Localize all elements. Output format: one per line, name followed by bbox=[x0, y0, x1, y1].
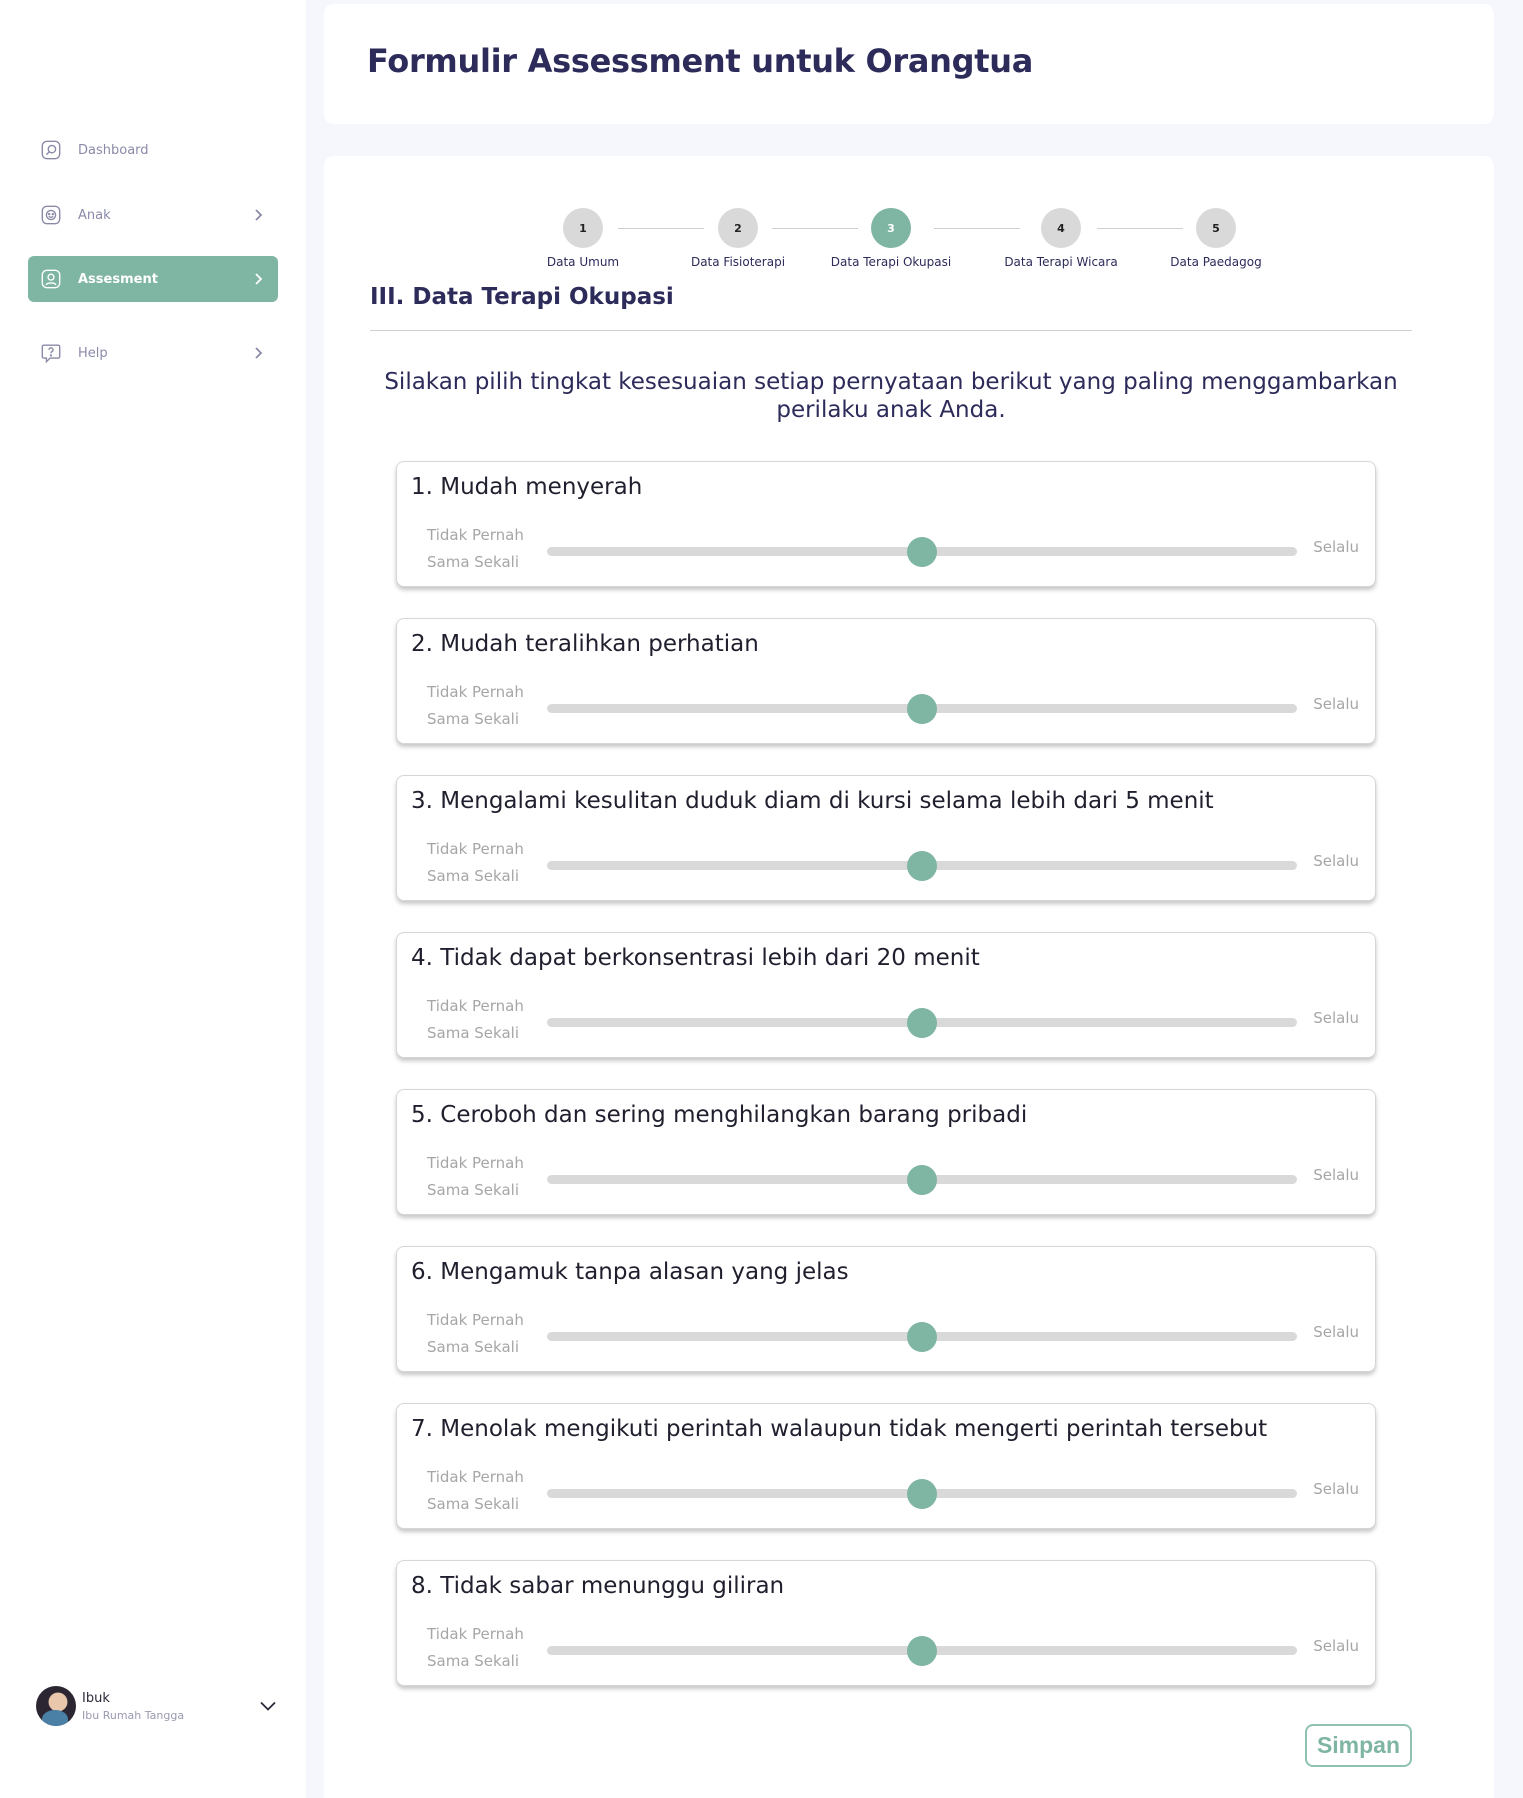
slider-thumb[interactable] bbox=[907, 537, 937, 567]
scale-max-label: Selalu bbox=[1313, 538, 1359, 556]
step-number: 4 bbox=[1041, 208, 1081, 248]
sidebar-item-label: Help bbox=[78, 345, 108, 361]
profile-role: Ibu Rumah Tangga bbox=[82, 1708, 185, 1722]
step-label: Data Umum bbox=[546, 255, 620, 269]
chevron-right-icon bbox=[252, 346, 266, 360]
save-button[interactable]: Simpan bbox=[1305, 1724, 1412, 1767]
rating-slider[interactable] bbox=[547, 694, 1297, 724]
rating-slider[interactable] bbox=[547, 1322, 1297, 1352]
assessment-icon bbox=[40, 268, 62, 290]
sidebar-item-label: Assesment bbox=[78, 271, 158, 287]
profile-name: Ibuk bbox=[82, 1690, 110, 1706]
rating-slider[interactable] bbox=[547, 851, 1297, 881]
scale-min-label: Tidak Pernah Sama Sekali bbox=[427, 1625, 524, 1670]
question-text: 7. Menolak mengikuti perintah walaupun t… bbox=[411, 1416, 1268, 1442]
step-label: Data Fisioterapi bbox=[690, 255, 786, 269]
scale-max-label: Selalu bbox=[1313, 852, 1359, 870]
question-card: 6. Mengamuk tanpa alasan yang jelas Tidak… bbox=[396, 1246, 1376, 1372]
rating-slider[interactable] bbox=[547, 537, 1297, 567]
step-label: Data Paedagog bbox=[1170, 255, 1262, 269]
question-card: 2. Mudah teralihkan perhatian Tidak Perna… bbox=[396, 618, 1376, 744]
question-card: 5. Ceroboh dan sering menghilangkan bara… bbox=[396, 1089, 1376, 1215]
header-card: Formulir Assessment untuk Orangtua bbox=[324, 4, 1494, 124]
scale-min-label: Tidak Pernah Sama Sekali bbox=[427, 683, 524, 728]
step-label: Data Terapi Okupasi bbox=[830, 255, 952, 269]
divider bbox=[370, 330, 1412, 331]
sidebar-item-label: Dashboard bbox=[78, 142, 149, 158]
profile-text: Ibuk Ibu Rumah Tangga bbox=[82, 1691, 256, 1722]
slider-thumb[interactable] bbox=[907, 1636, 937, 1666]
scale-max-label: Selalu bbox=[1313, 695, 1359, 713]
user-profile[interactable]: Ibuk Ibu Rumah Tangga bbox=[36, 1684, 280, 1728]
step-number: 1 bbox=[563, 208, 603, 248]
scale-min-label: Tidak Pernah Sama Sekali bbox=[427, 1311, 524, 1356]
question-text: 3. Mengalami kesulitan duduk diam di kur… bbox=[411, 788, 1214, 814]
slider-thumb[interactable] bbox=[907, 1008, 937, 1038]
step-data-paedagog[interactable]: 5 Data Paedagog bbox=[1136, 208, 1296, 269]
sidebar-item-anak[interactable]: Anak bbox=[28, 192, 278, 238]
sidebar-item-dashboard[interactable]: Dashboard bbox=[28, 127, 278, 173]
scale-max-label: Selalu bbox=[1313, 1009, 1359, 1027]
slider-thumb[interactable] bbox=[907, 1322, 937, 1352]
sidebar: Dashboard Anak Assesment Help Ibuk Ibu R… bbox=[0, 0, 306, 1798]
question-text: 8. Tidak sabar menunggu giliran bbox=[411, 1573, 785, 1599]
scale-min-label: Tidak Pernah Sama Sekali bbox=[427, 997, 524, 1042]
step-data-umum[interactable]: 1 Data Umum bbox=[503, 208, 663, 269]
section-title: III. Data Terapi Okupasi bbox=[370, 284, 674, 310]
question-card: 4. Tidak dapat berkonsentrasi lebih dari… bbox=[396, 932, 1376, 1058]
scale-min-label: Tidak Pernah Sama Sekali bbox=[427, 1468, 524, 1513]
step-number: 3 bbox=[871, 208, 911, 248]
question-card: 3. Mengalami kesulitan duduk diam di kur… bbox=[396, 775, 1376, 901]
rating-slider[interactable] bbox=[547, 1008, 1297, 1038]
dashboard-icon bbox=[40, 139, 62, 161]
slider-thumb[interactable] bbox=[907, 1165, 937, 1195]
sidebar-item-label: Anak bbox=[78, 207, 111, 223]
slider-thumb[interactable] bbox=[907, 851, 937, 881]
scale-min-label: Tidak Pernah Sama Sekali bbox=[427, 526, 524, 571]
question-card: 8. Tidak sabar menunggu giliran Tidak Per… bbox=[396, 1560, 1376, 1686]
rating-slider[interactable] bbox=[547, 1636, 1297, 1666]
chevron-right-icon bbox=[252, 272, 266, 286]
chevron-down-icon[interactable] bbox=[256, 1694, 280, 1718]
question-text: 1. Mudah menyerah bbox=[411, 474, 643, 500]
step-number: 5 bbox=[1196, 208, 1236, 248]
page-title: Formulir Assessment untuk Orangtua bbox=[367, 42, 1034, 80]
scale-min-label: Tidak Pernah Sama Sekali bbox=[427, 1154, 524, 1199]
question-text: 5. Ceroboh dan sering menghilangkan bara… bbox=[411, 1102, 1028, 1128]
scale-max-label: Selalu bbox=[1313, 1637, 1359, 1655]
step-data-fisioterapi[interactable]: 2 Data Fisioterapi bbox=[658, 208, 818, 269]
help-icon bbox=[40, 342, 62, 364]
slider-thumb[interactable] bbox=[907, 694, 937, 724]
rating-slider[interactable] bbox=[547, 1479, 1297, 1509]
stepper: 1 Data Umum 2 Data Fisioterapi 3 Data Te… bbox=[324, 156, 1494, 269]
sidebar-item-help[interactable]: Help bbox=[28, 330, 278, 376]
slider-thumb[interactable] bbox=[907, 1479, 937, 1509]
sidebar-item-assesment[interactable]: Assesment bbox=[28, 256, 278, 302]
scale-max-label: Selalu bbox=[1313, 1166, 1359, 1184]
child-icon bbox=[40, 204, 62, 226]
avatar bbox=[36, 1686, 76, 1726]
question-text: 6. Mengamuk tanpa alasan yang jelas bbox=[411, 1259, 849, 1285]
step-label: Data Terapi Wicara bbox=[1004, 255, 1118, 269]
rating-slider[interactable] bbox=[547, 1165, 1297, 1195]
scale-max-label: Selalu bbox=[1313, 1323, 1359, 1341]
assessment-form: 1 Data Umum 2 Data Fisioterapi 3 Data Te… bbox=[324, 156, 1494, 1798]
chevron-right-icon bbox=[252, 208, 266, 222]
instruction-text: Silakan pilih tingkat kesesuaian setiap … bbox=[384, 369, 1398, 423]
scale-min-label: Tidak Pernah Sama Sekali bbox=[427, 840, 524, 885]
step-number: 2 bbox=[718, 208, 758, 248]
question-text: 2. Mudah teralihkan perhatian bbox=[411, 631, 759, 657]
step-data-terapi-okupasi[interactable]: 3 Data Terapi Okupasi bbox=[811, 208, 971, 269]
question-card: 7. Menolak mengikuti perintah walaupun t… bbox=[396, 1403, 1376, 1529]
question-text: 4. Tidak dapat berkonsentrasi lebih dari… bbox=[411, 945, 980, 971]
step-data-terapi-wicara[interactable]: 4 Data Terapi Wicara bbox=[981, 208, 1141, 269]
question-card: 1. Mudah menyerah Tidak Pernah Sama Sekal… bbox=[396, 461, 1376, 587]
scale-max-label: Selalu bbox=[1313, 1480, 1359, 1498]
